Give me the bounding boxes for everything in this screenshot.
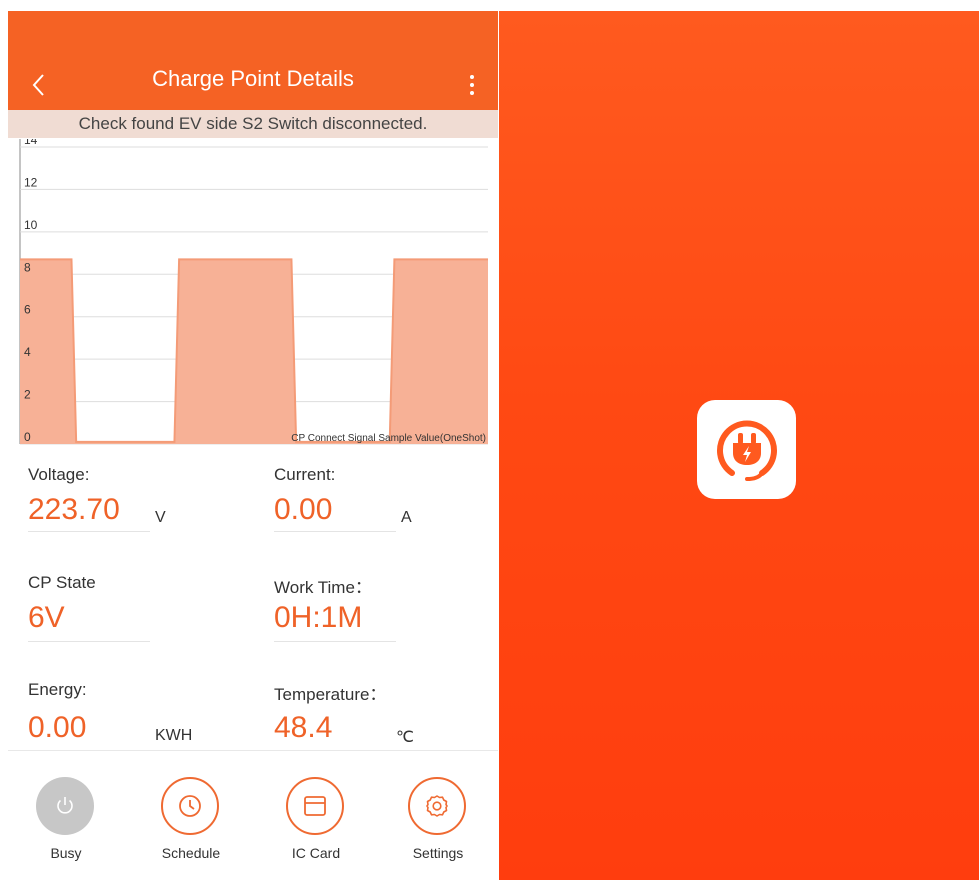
card-icon <box>304 796 326 816</box>
y-tick-label: 0 <box>24 430 31 444</box>
current-underline <box>274 531 396 532</box>
voltage-underline <box>28 531 150 532</box>
schedule-button[interactable]: Schedule <box>136 777 246 880</box>
work-time-underline <box>274 641 396 642</box>
charge-point-details-screen: Charge Point Details Check found EV side… <box>8 11 498 880</box>
energy-label: Energy: <box>28 680 87 699</box>
settings-button[interactable]: Settings <box>383 777 493 880</box>
energy-value: 0.00 <box>28 711 87 744</box>
busy-label: Busy <box>50 845 82 861</box>
settings-label: Settings <box>412 845 464 861</box>
status-bar <box>8 11 498 53</box>
current-label: Current: <box>274 465 336 484</box>
clock-icon <box>179 795 201 817</box>
signal-area-fill <box>20 259 488 444</box>
energy-unit: KWH <box>155 727 193 744</box>
cp-state-underline <box>28 641 150 642</box>
chart-series <box>20 258 488 444</box>
settings-gear-icon <box>426 795 448 817</box>
y-tick-label: 10 <box>24 218 38 232</box>
temperature-value: 48.4 <box>274 711 333 744</box>
schedule-circle <box>161 777 219 835</box>
app-icon[interactable] <box>697 400 796 499</box>
y-tick-label: 14 <box>24 139 38 147</box>
bottom-nav-divider <box>8 750 498 751</box>
settings-circle <box>408 777 466 835</box>
y-tick-label: 2 <box>24 388 31 402</box>
ic-card-button[interactable]: IC Card <box>261 777 371 880</box>
cp-signal-chart: 0 2 4 6 8 10 12 14 CP Connect Signal Sample Val… <box>19 139 488 445</box>
ev-plug-logo-icon <box>716 420 777 481</box>
voltage-unit: V <box>155 509 166 526</box>
voltage-value: 223.70 <box>28 493 120 526</box>
y-tick-label: 12 <box>24 175 38 189</box>
more-vertical-icon <box>470 75 474 79</box>
temperature-label: Temperature： <box>274 685 387 704</box>
more-options-button[interactable] <box>460 65 484 105</box>
warning-banner: Check found EV side S2 Switch disconnect… <box>8 110 498 138</box>
voltage-label: Voltage: <box>28 465 90 484</box>
work-time-label: Work Time： <box>274 578 372 597</box>
temperature-unit: ℃ <box>396 729 414 746</box>
work-time-value: 0H:1M <box>274 601 363 634</box>
y-tick-label: 8 <box>24 260 31 274</box>
schedule-label: Schedule <box>161 845 221 861</box>
current-value: 0.00 <box>274 493 333 526</box>
y-tick-label: 6 <box>24 303 31 317</box>
power-icon <box>57 797 73 814</box>
cp-state-label: CP State <box>28 573 96 592</box>
cp-state-value: 6V <box>28 601 65 634</box>
splash-screen <box>499 11 979 880</box>
busy-circle <box>36 777 94 835</box>
current-unit: A <box>401 509 412 526</box>
busy-button[interactable]: Busy <box>11 777 121 880</box>
ic-card-circle <box>286 777 344 835</box>
chart-caption: CP Connect Signal Sample Value(OneShot) <box>291 433 486 444</box>
y-tick-label: 4 <box>24 345 31 359</box>
ic-card-label: IC Card <box>291 845 341 861</box>
